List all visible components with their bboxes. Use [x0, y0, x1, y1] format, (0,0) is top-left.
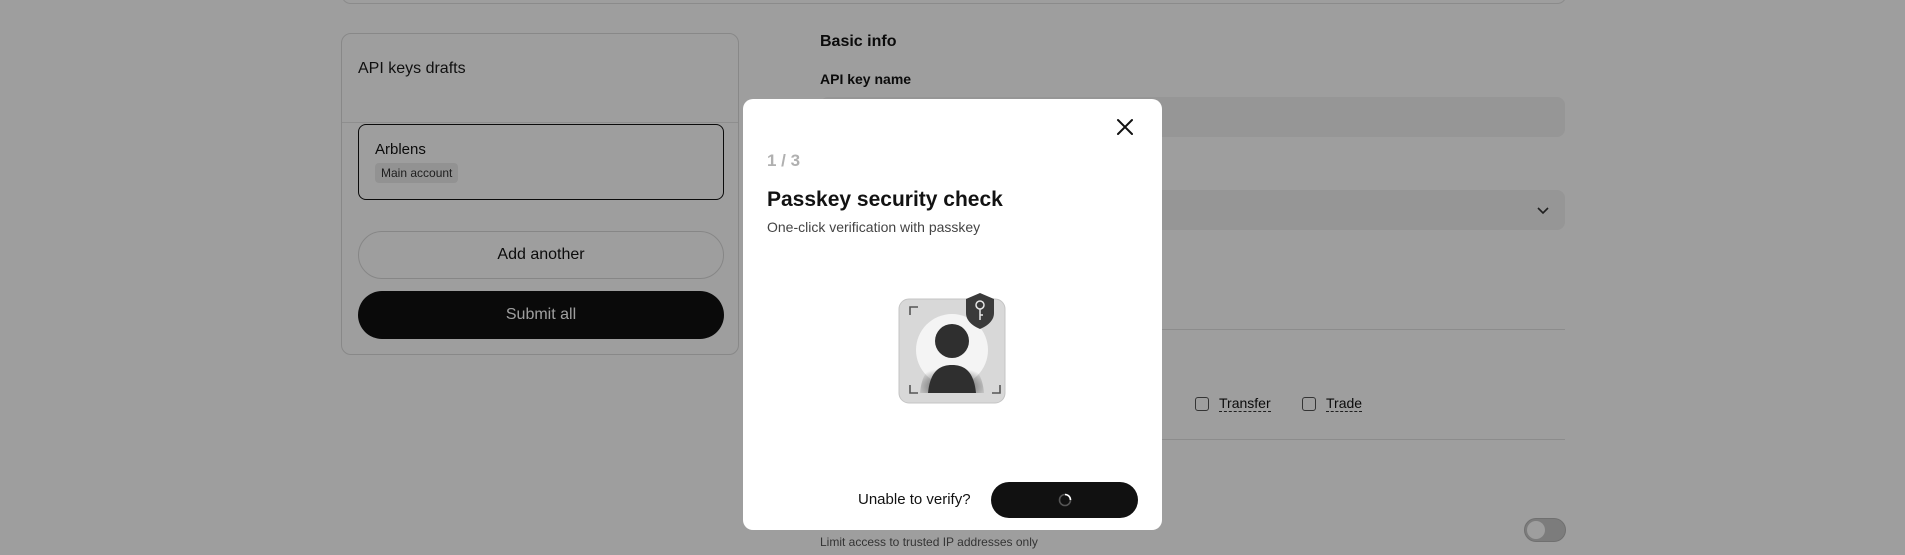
- close-icon: [1117, 119, 1133, 135]
- unable-to-verify-link[interactable]: Unable to verify?: [858, 491, 971, 508]
- step-indicator: 1 / 3: [767, 151, 801, 170]
- modal-title: Passkey security check: [767, 188, 1003, 211]
- passkey-modal: 1 / 3 Passkey security check One-click v…: [743, 99, 1162, 530]
- passkey-illustration: [898, 293, 1006, 404]
- modal-subtitle: One-click verification with passkey: [767, 219, 981, 235]
- close-button[interactable]: [1111, 113, 1139, 141]
- spinner-icon: [1058, 493, 1071, 507]
- verify-button[interactable]: [991, 482, 1138, 518]
